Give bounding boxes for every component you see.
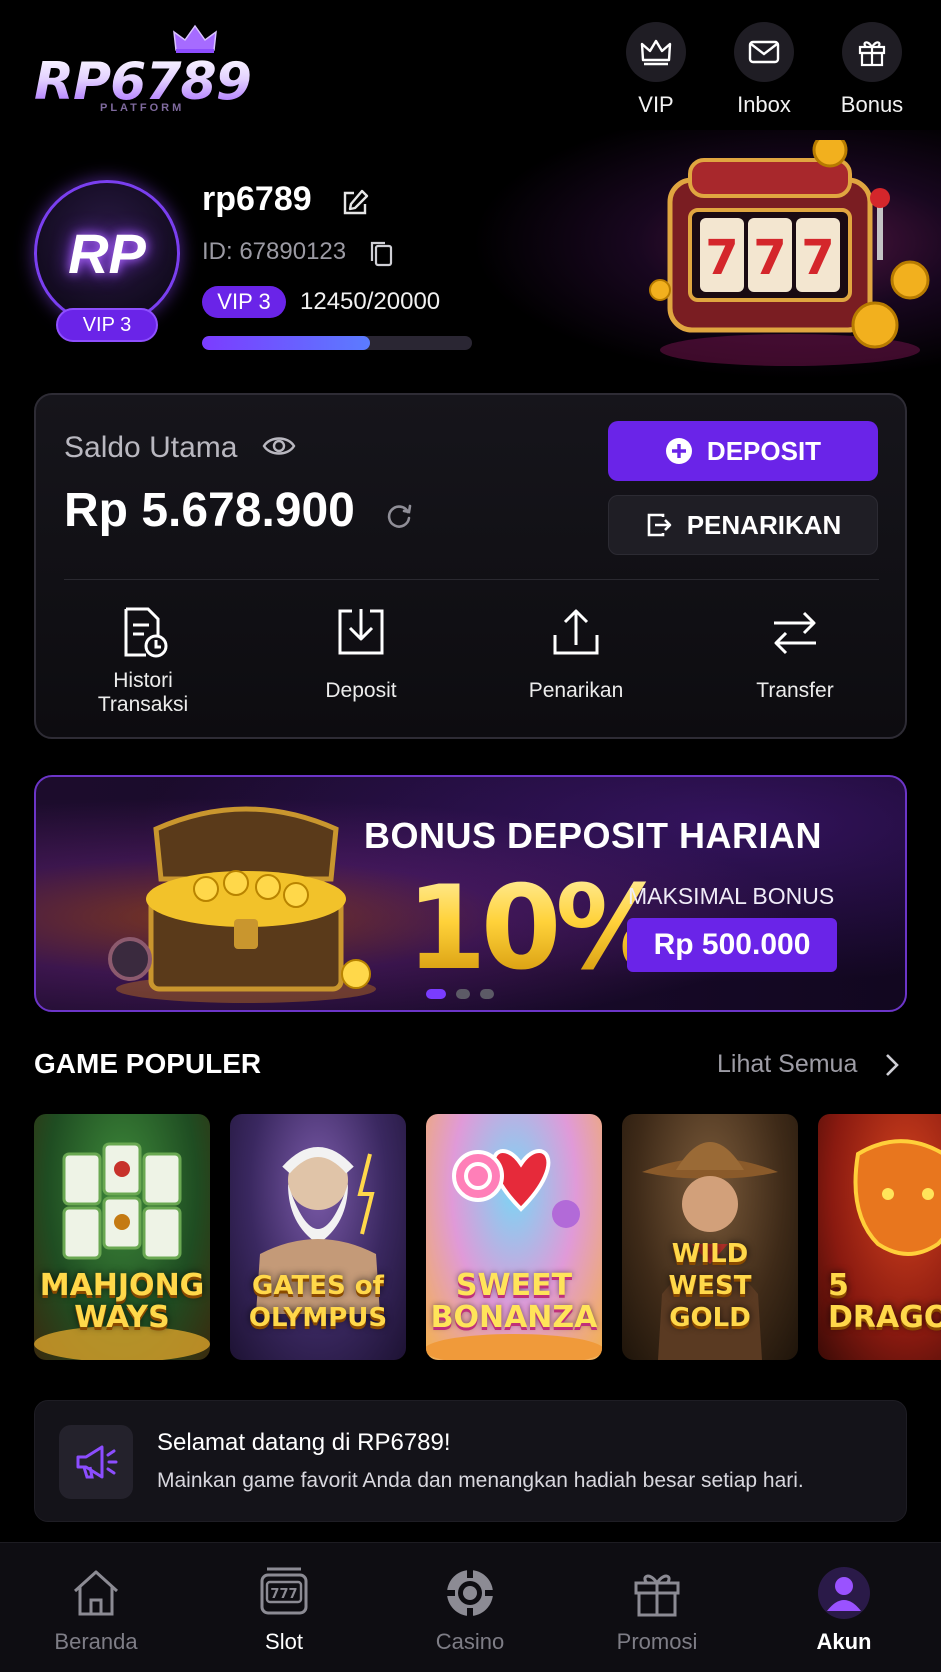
balance-label: Saldo Utama bbox=[64, 431, 238, 464]
nav-item-slot[interactable]: 777 Slot bbox=[214, 1567, 354, 1655]
refresh-icon[interactable] bbox=[384, 501, 414, 531]
inbox-button[interactable]: Inbox bbox=[719, 22, 809, 122]
notice-text: Mainkan game favorit Anda dan menangkan … bbox=[157, 1469, 804, 1492]
game-title: 5 DRAGO bbox=[828, 1268, 941, 1335]
transfer-icon bbox=[774, 611, 816, 655]
quick-action-withdraw[interactable]: Penarikan bbox=[486, 605, 666, 703]
game-title: SWEET BONANZA bbox=[430, 1268, 598, 1335]
megaphone-icon bbox=[76, 1445, 118, 1479]
see-all-link[interactable]: Lihat Semua bbox=[717, 1050, 857, 1079]
vip-progress-bar bbox=[202, 336, 472, 350]
nav-item-beranda[interactable]: Beranda bbox=[26, 1567, 166, 1655]
section-title: GAME POPULER bbox=[34, 1048, 262, 1079]
mail-icon bbox=[748, 40, 780, 64]
header: RP6789 PLATFORM VIP Inbox Bonus bbox=[0, 0, 941, 140]
quick-action-label: Penarikan bbox=[528, 679, 624, 702]
treasure-chest-illustration bbox=[108, 806, 376, 1003]
promo-max-label: MAKSIMAL BONUS bbox=[628, 883, 835, 909]
nav-item-casino[interactable]: Casino bbox=[400, 1567, 540, 1655]
brand-logo[interactable]: RP6789 PLATFORM bbox=[34, 24, 294, 120]
notice-icon-box bbox=[59, 1425, 133, 1499]
nav-label: Beranda bbox=[54, 1629, 138, 1654]
crown-icon bbox=[640, 39, 672, 66]
svg-text:7: 7 bbox=[801, 230, 834, 286]
crown-icon bbox=[173, 24, 217, 53]
copy-icon[interactable] bbox=[368, 240, 394, 268]
carousel-dots bbox=[426, 989, 494, 999]
svg-text:7: 7 bbox=[753, 230, 786, 286]
inbox-label: Inbox bbox=[737, 92, 791, 117]
balance-card: Saldo Utama Rp 5.678.900 DEPOSIT PENARIK… bbox=[34, 393, 907, 739]
user-id: ID: 67890123 bbox=[202, 238, 347, 265]
quick-action-deposit[interactable]: Deposit bbox=[271, 605, 451, 703]
deposit-button-label: DEPOSIT bbox=[706, 435, 822, 466]
upload-icon bbox=[553, 609, 599, 655]
nav-label: Slot bbox=[265, 1629, 303, 1654]
avatar-vip-badge: VIP 3 bbox=[56, 308, 158, 342]
carousel-dot[interactable] bbox=[456, 989, 470, 999]
vip-points: 12450/20000 bbox=[300, 288, 441, 315]
plus-circle-icon bbox=[665, 438, 692, 464]
withdraw-icon bbox=[647, 513, 672, 537]
slot-machine-icon: 777 bbox=[260, 1567, 308, 1615]
vip-progress-fill bbox=[202, 336, 371, 350]
promo-max-amount: Rp 500.000 bbox=[627, 918, 837, 972]
deposit-button[interactable]: DEPOSIT bbox=[608, 421, 878, 481]
vip-level-badge: VIP 3 bbox=[202, 286, 286, 318]
game-card[interactable]: GATES of OLYMPUS bbox=[230, 1114, 406, 1360]
slot-machine-illustration: 7 7 7 bbox=[649, 140, 930, 366]
bonus-button[interactable]: Bonus bbox=[827, 22, 917, 122]
balance-value: Rp 5.678.900 bbox=[64, 484, 355, 537]
promo-banner[interactable]: BONUS DEPOSIT HARIAN 10% MAKSIMAL BONUS … bbox=[34, 775, 907, 1012]
withdraw-button[interactable]: PENARIKAN bbox=[608, 495, 878, 555]
eye-icon[interactable] bbox=[262, 433, 296, 459]
promo-title: BONUS DEPOSIT HARIAN bbox=[364, 815, 823, 856]
username: rp6789 bbox=[202, 180, 312, 218]
game-card[interactable]: SWEET BONANZA bbox=[426, 1114, 602, 1360]
history-icon bbox=[124, 607, 168, 658]
carousel-dot[interactable] bbox=[426, 989, 446, 999]
game-card[interactable]: WILD WEST GOLD bbox=[622, 1114, 798, 1360]
game-title: WILD WEST GOLD bbox=[668, 1239, 752, 1333]
vip-label: VIP bbox=[638, 92, 674, 117]
game-title: GATES of OLYMPUS bbox=[248, 1271, 388, 1333]
nav-label: Casino bbox=[435, 1629, 505, 1654]
game-title: MAHJONG WAYS bbox=[39, 1268, 205, 1335]
carousel-dot[interactable] bbox=[480, 989, 494, 999]
quick-action-history[interactable]: Histori Transaksi bbox=[53, 605, 233, 717]
withdraw-button-label: PENARIKAN bbox=[686, 509, 842, 540]
home-icon bbox=[73, 1570, 119, 1616]
nav-item-akun[interactable]: Akun bbox=[774, 1567, 914, 1655]
bonus-label: Bonus bbox=[840, 92, 904, 117]
announcement-banner[interactable]: Selamat datang di RP6789! Mainkan game f… bbox=[34, 1400, 907, 1522]
quick-action-label: Histori Transaksi bbox=[97, 669, 189, 716]
svg-text:777: 777 bbox=[270, 1587, 297, 1602]
avatar[interactable]: RP VIP 3 bbox=[34, 180, 180, 342]
nav-label: Akun bbox=[816, 1629, 872, 1654]
download-icon bbox=[338, 609, 384, 655]
bottom-nav: Beranda 777 Slot Casino Promosi Akun bbox=[0, 1542, 941, 1672]
quick-action-label: Transfer bbox=[756, 679, 834, 702]
gift-icon bbox=[634, 1574, 680, 1617]
nav-label: Promosi bbox=[616, 1629, 698, 1654]
user-icon bbox=[818, 1567, 870, 1619]
logo-subtext: PLATFORM bbox=[100, 102, 185, 114]
nav-item-promosi[interactable]: Promosi bbox=[587, 1567, 727, 1655]
chevron-right-icon[interactable] bbox=[882, 1052, 902, 1078]
edit-icon[interactable] bbox=[340, 188, 370, 218]
vip-button[interactable]: VIP bbox=[611, 22, 701, 122]
game-card[interactable]: 5 DRAGO bbox=[818, 1114, 941, 1360]
quick-action-label: Deposit bbox=[325, 679, 397, 702]
avatar-text: RP bbox=[68, 221, 146, 285]
notice-title: Selamat datang di RP6789! bbox=[157, 1429, 451, 1456]
quick-action-transfer[interactable]: Transfer bbox=[705, 605, 885, 703]
card-divider bbox=[64, 579, 879, 580]
chip-icon bbox=[447, 1570, 493, 1616]
svg-text:7: 7 bbox=[705, 230, 738, 286]
game-carousel: MAHJONG WAYS GATES of OLYMPUS SWEET BONA… bbox=[34, 1114, 941, 1360]
gift-icon bbox=[858, 41, 886, 67]
game-card[interactable]: MAHJONG WAYS bbox=[34, 1114, 210, 1360]
